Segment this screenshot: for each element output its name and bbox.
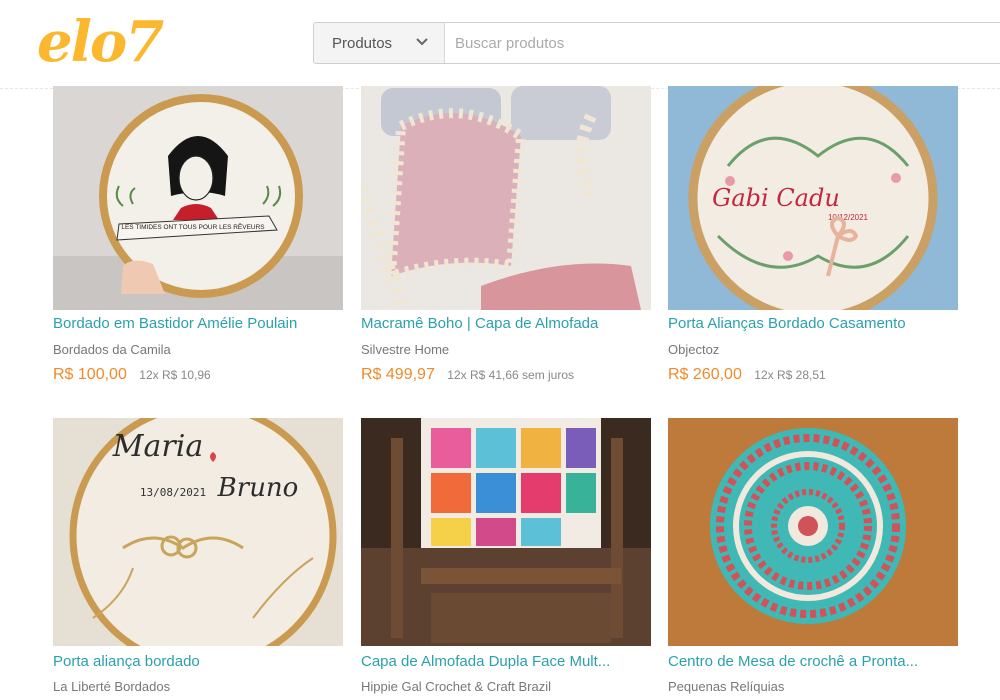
product-image[interactable] bbox=[361, 86, 651, 310]
hoop-names-text: Gabi Cadu bbox=[712, 184, 840, 212]
seller-name[interactable]: Silvestre Home bbox=[361, 342, 651, 357]
product-image[interactable] bbox=[361, 418, 651, 646]
product-image[interactable]: LES TIMIDES ONT TOUS POUR LES RÊVEURS bbox=[53, 86, 343, 310]
product-card[interactable]: Maria Bruno 13/08/2021 Porta aliança bor… bbox=[53, 418, 343, 700]
price: R$ 260,00 bbox=[668, 366, 742, 383]
installments: 12x R$ 28,51 bbox=[754, 368, 826, 382]
price: R$ 499,97 bbox=[361, 366, 435, 383]
price-row: R$ 499,97 12x R$ 41,66 sem juros bbox=[361, 366, 574, 384]
product-card[interactable]: LES TIMIDES ONT TOUS POUR LES RÊVEURS Bo… bbox=[53, 86, 343, 386]
seller-name[interactable]: Pequenas Relíquias bbox=[668, 679, 958, 694]
seller-name[interactable]: Hippie Gal Crochet & Craft Brazil bbox=[361, 679, 651, 694]
price-row: R$ 260,00 12x R$ 28,51 bbox=[668, 366, 826, 384]
site-header: elo7 Produtos bbox=[0, 0, 1000, 86]
hoop-name-text: Bruno bbox=[217, 473, 299, 503]
seller-name[interactable]: Bordados da Camila bbox=[53, 342, 343, 357]
product-title[interactable]: Bordado em Bastidor Amélie Poulain bbox=[53, 315, 343, 332]
seller-name[interactable]: Objectoz bbox=[668, 342, 958, 357]
product-image[interactable]: Gabi Cadu 10/12/2021 bbox=[668, 86, 958, 310]
product-card[interactable]: Centro de Mesa de crochê a Pronta... Peq… bbox=[668, 418, 958, 700]
price: R$ 100,00 bbox=[53, 366, 127, 383]
installments: 12x R$ 10,96 bbox=[139, 368, 211, 382]
search-bar: Produtos bbox=[313, 22, 1000, 64]
seller-name[interactable]: La Liberté Bordados bbox=[53, 679, 343, 694]
product-title[interactable]: Centro de Mesa de crochê a Pronta... bbox=[668, 653, 958, 670]
category-dropdown-label: Produtos bbox=[332, 35, 393, 52]
product-card[interactable]: Capa de Almofada Dupla Face Mult... Hipp… bbox=[361, 418, 651, 700]
installments: 12x R$ 41,66 sem juros bbox=[447, 368, 575, 382]
hoop-embroidered-text: LES TIMIDES ONT TOUS POUR LES RÊVEURS bbox=[121, 222, 265, 231]
product-image[interactable]: Maria Bruno 13/08/2021 bbox=[53, 418, 343, 646]
product-image[interactable] bbox=[668, 418, 958, 646]
hoop-name-text: Maria bbox=[112, 429, 203, 464]
search-input[interactable] bbox=[445, 23, 1000, 63]
hoop-date-text: 13/08/2021 bbox=[140, 486, 206, 499]
elo7-logo[interactable]: elo7 bbox=[37, 10, 164, 74]
product-card[interactable]: Gabi Cadu 10/12/2021 Porta Alianças Bord… bbox=[668, 86, 958, 386]
category-dropdown[interactable]: Produtos bbox=[314, 23, 445, 63]
product-title[interactable]: Macramê Boho | Capa de Almofada bbox=[361, 315, 651, 332]
product-title[interactable]: Porta Alianças Bordado Casamento bbox=[668, 315, 958, 332]
chevron-down-icon bbox=[416, 38, 428, 46]
product-title[interactable]: Capa de Almofada Dupla Face Mult... bbox=[361, 653, 651, 670]
product-card[interactable]: Macramê Boho | Capa de Almofada Silvestr… bbox=[361, 86, 651, 386]
product-title[interactable]: Porta aliança bordado bbox=[53, 653, 343, 670]
price-row: R$ 100,00 12x R$ 10,96 bbox=[53, 366, 211, 384]
